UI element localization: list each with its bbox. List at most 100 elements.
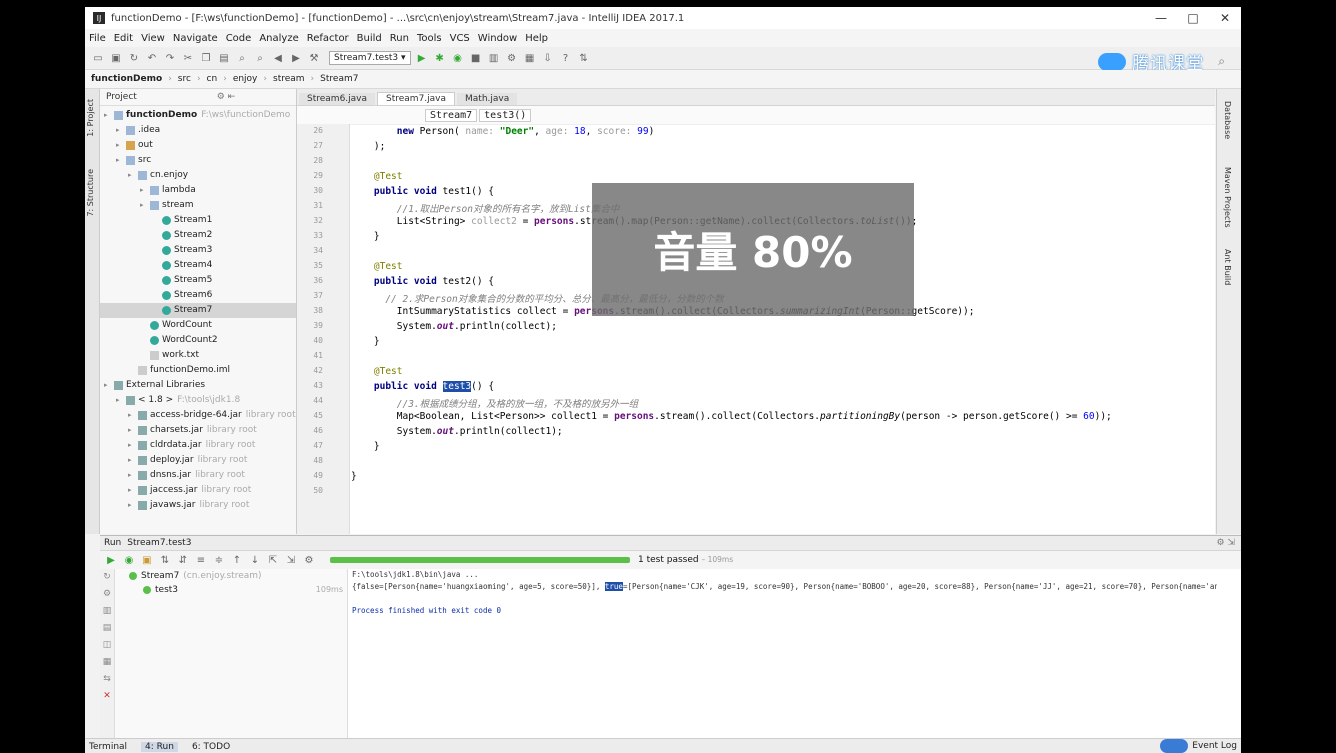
forward-icon[interactable]: ▶ xyxy=(289,51,303,65)
tree-node[interactable]: functionDemo.iml xyxy=(100,363,296,378)
tree-node[interactable]: ▸ charsets.jar library root xyxy=(100,423,296,438)
structure-tool-tab[interactable]: 7: Structure xyxy=(86,169,98,217)
tree-node[interactable]: Stream7 xyxy=(100,303,296,318)
expand-arrow-icon[interactable]: ▸ xyxy=(116,138,126,153)
tree-node[interactable]: ▸ External Libraries xyxy=(100,378,296,393)
search-icon[interactable]: ⌕ xyxy=(1218,54,1225,69)
tree-node[interactable]: ▸ .idea xyxy=(100,123,296,138)
cut-icon[interactable]: ✂ xyxy=(181,51,195,65)
project-panel-tools-icon[interactable]: ⚙ ⇤ xyxy=(217,92,235,102)
open-icon[interactable]: ▭ xyxy=(91,51,105,65)
expand-arrow-icon[interactable]: ▸ xyxy=(104,108,114,123)
tree-node[interactable]: ▸ src xyxy=(100,153,296,168)
stop-icon[interactable]: ■ xyxy=(469,51,483,65)
menu-refactor[interactable]: Refactor xyxy=(307,33,349,44)
sdk-icon[interactable]: ⇩ xyxy=(541,51,555,65)
tree-node[interactable]: ▸ stream xyxy=(100,198,296,213)
structure-icon[interactable]: ▥ xyxy=(487,51,501,65)
sort-alpha-icon[interactable]: ⇅ xyxy=(158,553,172,567)
menu-help[interactable]: Help xyxy=(525,33,548,44)
expand-arrow-icon[interactable]: ▸ xyxy=(128,423,138,438)
tree-node[interactable]: Stream3 xyxy=(100,243,296,258)
tab-stream7[interactable]: Stream7.java xyxy=(377,92,456,105)
database-tool-tab[interactable]: Database xyxy=(1223,101,1232,139)
tree-node[interactable]: Stream6 xyxy=(100,288,296,303)
undo-icon[interactable]: ↶ xyxy=(145,51,159,65)
test-suite-row[interactable]: Stream7 (cn.enjoy.stream) xyxy=(115,569,347,583)
import-icon[interactable]: ⇲ xyxy=(284,553,298,567)
sort-duration-icon[interactable]: ⇵ xyxy=(176,553,190,567)
expand-arrow-icon[interactable]: ▸ xyxy=(116,153,126,168)
todo-tab[interactable]: 6: TODO xyxy=(192,742,230,752)
console-output[interactable]: F:\tools\jdk1.8\bin\java ... {false=[Per… xyxy=(352,569,1217,739)
expand-arrow-icon[interactable]: ▸ xyxy=(128,468,138,483)
tree-node[interactable]: ▸ out xyxy=(100,138,296,153)
expand-arrow-icon[interactable]: ▸ xyxy=(116,393,126,408)
expand-arrow-icon[interactable]: ▸ xyxy=(116,123,126,138)
menu-analyze[interactable]: Analyze xyxy=(259,33,298,44)
sync-icon[interactable]: ↻ xyxy=(127,51,141,65)
tree-node[interactable]: ▸ < 1.8 > F:\tools\jdk1.8 xyxy=(100,393,296,408)
crumb-project[interactable]: functionDemo xyxy=(91,74,162,84)
ant-tool-tab[interactable]: Ant Build xyxy=(1223,249,1232,285)
expand-arrow-icon[interactable]: ▸ xyxy=(128,453,138,468)
expand-arrow-icon[interactable]: ▸ xyxy=(140,198,150,213)
tree-node[interactable]: ▸ cldrdata.jar library root xyxy=(100,438,296,453)
crumb-cn[interactable]: cn xyxy=(207,74,218,84)
tree-node[interactable]: work.txt xyxy=(100,348,296,363)
tree-node[interactable]: ▸ lambda xyxy=(100,183,296,198)
run-tab[interactable]: 4: Run xyxy=(141,741,178,752)
tree-node[interactable]: ▸ functionDemo F:\ws\functionDemo xyxy=(100,108,296,123)
expand-arrow-icon[interactable]: ▸ xyxy=(140,183,150,198)
replace-icon[interactable]: ⌕ xyxy=(253,51,267,65)
menu-code[interactable]: Code xyxy=(226,33,252,44)
show-ignored-icon[interactable]: ▣ xyxy=(140,553,154,567)
find-icon[interactable]: ⌕ xyxy=(235,51,249,65)
expand-arrow-icon[interactable]: ▸ xyxy=(128,408,138,423)
menu-tools[interactable]: Tools xyxy=(417,33,442,44)
tree-node[interactable]: ▸ dnsns.jar library root xyxy=(100,468,296,483)
maven-tool-tab[interactable]: Maven Projects xyxy=(1223,167,1232,228)
menu-navigate[interactable]: Navigate xyxy=(173,33,218,44)
prev-failed-icon[interactable]: ↑ xyxy=(230,553,244,567)
menu-file[interactable]: File xyxy=(89,33,106,44)
menu-run[interactable]: Run xyxy=(390,33,409,44)
menu-build[interactable]: Build xyxy=(357,33,382,44)
menu-view[interactable]: View xyxy=(141,33,165,44)
expand-all-icon[interactable]: ≡ xyxy=(194,553,208,567)
tree-node[interactable]: ▸ jaccess.jar library root xyxy=(100,483,296,498)
expand-arrow-icon[interactable]: ▸ xyxy=(104,378,114,393)
test-settings-icon[interactable]: ⚙ xyxy=(302,553,316,567)
crumb-method[interactable]: test3() xyxy=(479,108,532,122)
tree-node[interactable]: WordCount2 xyxy=(100,333,296,348)
crumb-class[interactable]: Stream7 xyxy=(425,108,478,122)
tree-node[interactable]: Stream4 xyxy=(100,258,296,273)
tree-node[interactable]: Stream1 xyxy=(100,213,296,228)
settings-icon[interactable]: ⚙ xyxy=(505,51,519,65)
debug-icon[interactable]: ✱ xyxy=(433,51,447,65)
menu-edit[interactable]: Edit xyxy=(114,33,133,44)
tree-node[interactable]: ▸ cn.enjoy xyxy=(100,168,296,183)
tree-node[interactable]: ▸ deploy.jar library root xyxy=(100,453,296,468)
expand-arrow-icon[interactable]: ▸ xyxy=(128,498,138,513)
project-structure-icon[interactable]: ▦ xyxy=(523,51,537,65)
back-icon[interactable]: ◀ xyxy=(271,51,285,65)
run-config-select[interactable]: Stream7.test3 ▾ xyxy=(329,51,411,65)
crumb-src[interactable]: src xyxy=(178,74,191,84)
show-passed-icon[interactable]: ◉ xyxy=(122,553,136,567)
run-config-tab[interactable]: Stream7.test3 xyxy=(127,538,191,548)
maximize-button[interactable]: □ xyxy=(1177,7,1209,29)
redo-icon[interactable]: ↷ xyxy=(163,51,177,65)
expand-arrow-icon[interactable]: ▸ xyxy=(128,438,138,453)
expand-arrow-icon[interactable]: ▸ xyxy=(128,168,138,183)
crumb-enjoy[interactable]: enjoy xyxy=(233,74,258,84)
tree-node[interactable]: Stream2 xyxy=(100,228,296,243)
tree-node[interactable]: ▸ access-bridge-64.jar library root xyxy=(100,408,296,423)
coverage-icon[interactable]: ◉ xyxy=(451,51,465,65)
menu-vcs[interactable]: VCS xyxy=(450,33,470,44)
next-failed-icon[interactable]: ↓ xyxy=(248,553,262,567)
vcs-icon[interactable]: ⇅ xyxy=(577,51,591,65)
tab-math[interactable]: Math.java xyxy=(457,93,518,105)
paste-icon[interactable]: ▤ xyxy=(217,51,231,65)
tab-stream6[interactable]: Stream6.java xyxy=(299,93,376,105)
